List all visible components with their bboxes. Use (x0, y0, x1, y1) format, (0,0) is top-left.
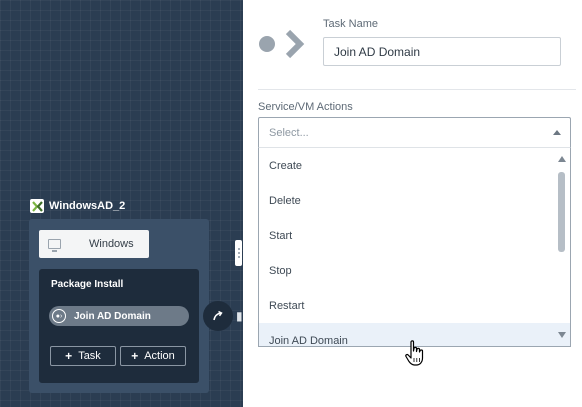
scroll-down-icon[interactable] (558, 332, 566, 338)
package-install-box: Package Install ●› Join AD Domain + Task… (39, 269, 199, 383)
caret-up-icon[interactable] (553, 130, 561, 135)
actions-label: Service/VM Actions (258, 101, 353, 113)
option-start[interactable]: Start (259, 218, 570, 253)
add-action-label: Action (144, 350, 175, 362)
flow-arrow-icon (213, 310, 223, 321)
service-name: WindowsAD_2 (49, 200, 126, 212)
substrate-tile[interactable]: Windows (39, 230, 149, 258)
task-label: Join AD Domain (74, 310, 151, 322)
divider (258, 89, 576, 90)
add-task-button[interactable]: + Task (50, 346, 116, 366)
service-title[interactable]: WindowsAD_2 (30, 199, 125, 213)
option-delete[interactable]: Delete (259, 183, 570, 218)
actions-dropdown-list[interactable]: Create Delete Start Stop Restart Join AD… (258, 148, 571, 347)
task-target-icon: ●› (52, 309, 66, 323)
hand-cursor-icon (405, 340, 424, 366)
scrollbar-thumb[interactable] (558, 172, 565, 252)
option-restart[interactable]: Restart (259, 288, 570, 323)
option-stop[interactable]: Stop (259, 253, 570, 288)
trash-icon[interactable]: ▮ (236, 309, 243, 323)
task-arrow-icon (259, 29, 305, 59)
substrate-label: Windows (89, 238, 134, 250)
task-name-input[interactable] (323, 37, 561, 66)
add-action-button[interactable]: + Action (120, 346, 186, 366)
vm-monitor-icon (48, 239, 61, 252)
plus-icon: + (131, 349, 139, 363)
add-task-label: Task (78, 350, 101, 362)
option-create[interactable]: Create (259, 148, 570, 183)
select-placeholder: Select... (269, 126, 309, 139)
flow-button[interactable] (203, 301, 233, 331)
nutanix-logo-icon (30, 199, 44, 213)
plus-icon: + (65, 349, 73, 363)
actions-select[interactable]: Select... (258, 117, 571, 148)
panel-resize-handle[interactable] (235, 240, 242, 266)
task-name-label: Task Name (323, 18, 379, 30)
scroll-up-icon[interactable] (558, 156, 566, 162)
task-join-ad-domain[interactable]: ●› Join AD Domain (49, 306, 189, 326)
package-title: Package Install (51, 279, 124, 290)
blueprint-canvas[interactable]: WindowsAD_2 Windows Package Install ●› J… (0, 0, 243, 407)
